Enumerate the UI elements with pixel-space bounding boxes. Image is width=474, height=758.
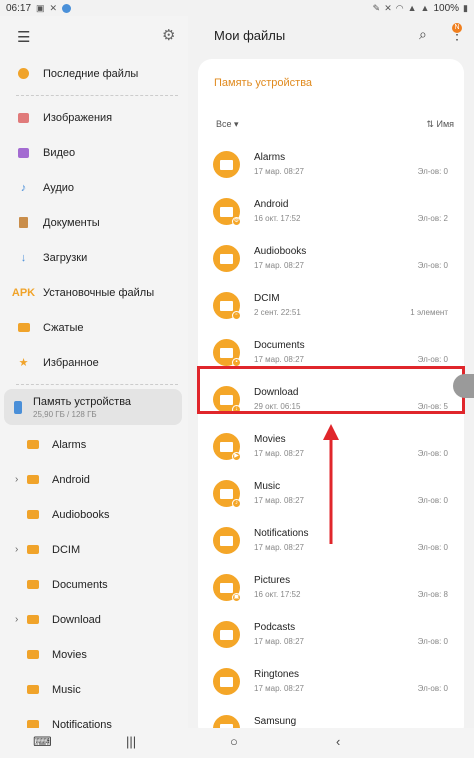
recent-apps-icon[interactable]: |||: [126, 734, 136, 749]
keyboard-icon[interactable]: ⌨: [33, 734, 52, 750]
back-icon[interactable]: ‹: [336, 734, 340, 749]
navigation-bar: ⌨ ||| ○ ‹: [0, 728, 474, 758]
home-icon[interactable]: ○: [230, 734, 238, 749]
scroll-handle[interactable]: [453, 374, 474, 398]
annotation-arrow: [323, 424, 339, 544]
